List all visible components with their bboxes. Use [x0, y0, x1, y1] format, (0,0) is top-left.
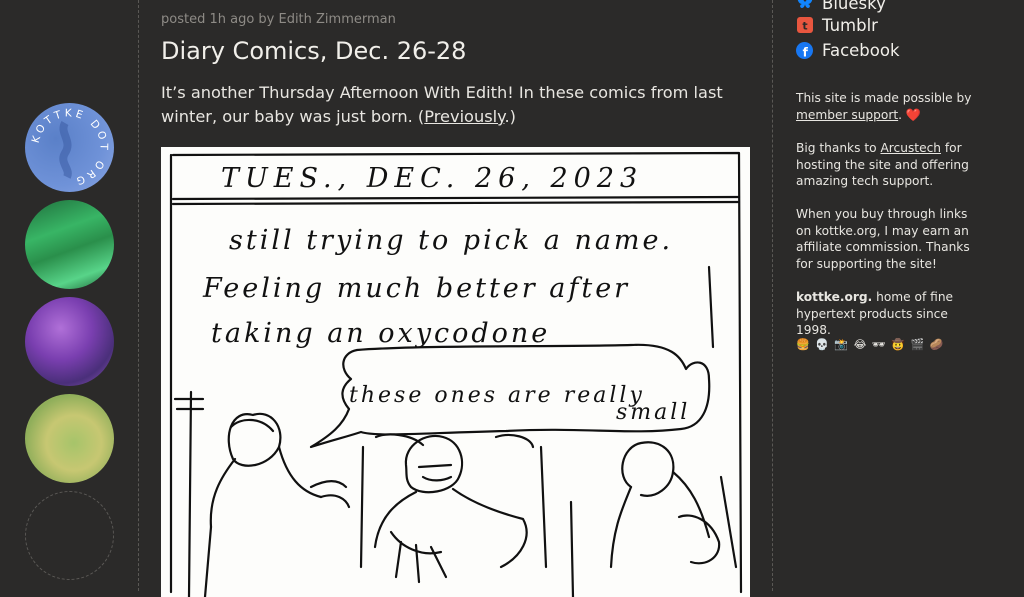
thanks-text: Big thanks to — [796, 141, 881, 155]
purple-texture-badge[interactable] — [25, 297, 114, 386]
kottke-logo-badge[interactable]: KOTTKE DOT ORG — [25, 103, 114, 192]
bluesky-icon — [796, 0, 813, 12]
post-meta: posted 1h ago by Edith Zimmerman — [161, 12, 396, 27]
social-link-facebook[interactable]: f Facebook — [796, 39, 900, 61]
tumblr-icon: t — [796, 17, 813, 34]
social-link-tumblr[interactable]: t Tumblr — [796, 14, 878, 36]
olive-texture-badge[interactable] — [25, 394, 114, 483]
post-title[interactable]: Diary Comics, Dec. 26-28 — [161, 37, 466, 65]
post-intro: It’s another Thursday Afternoon With Edi… — [161, 81, 751, 129]
comic-line-1: still trying to pick a name. — [229, 225, 673, 256]
support-note: This site is made possible by member sup… — [796, 90, 981, 123]
comic-bubble-1: these ones are really — [349, 383, 645, 408]
empty-badge-slot — [25, 491, 114, 580]
right-divider — [772, 0, 773, 591]
social-label-tumblr: Tumblr — [822, 15, 878, 35]
comic-image: TUES., DEC. 26, 2023 still trying to pic… — [161, 147, 750, 597]
social-label-facebook: Facebook — [822, 40, 900, 60]
comic-bubble-2: small — [616, 400, 690, 425]
support-text: This site is made possible by — [796, 91, 972, 105]
affiliate-note: When you buy through links on kottke.org… — [796, 207, 970, 271]
facebook-icon: f — [796, 41, 813, 59]
left-divider — [138, 0, 139, 591]
comic-line-3: taking an oxycodone — [211, 318, 550, 349]
comic-date: TUES., DEC. 26, 2023 — [221, 163, 643, 194]
intro-end: .) — [504, 107, 516, 126]
arcustech-link[interactable]: Arcustech — [880, 141, 941, 155]
emoji-row[interactable]: 🍔 💀 📸 😂 🕶 🤠 🎬 🥔 — [796, 338, 944, 351]
svg-text:t: t — [802, 20, 807, 33]
social-link-bluesky[interactable]: Bluesky — [796, 0, 886, 14]
social-label-bluesky: Bluesky — [822, 0, 886, 13]
comic-line-2: Feeling much better after — [202, 273, 630, 304]
member-support-link[interactable]: member support — [796, 108, 898, 122]
tagline-site-name: kottke.org. — [796, 290, 873, 304]
site-tagline: kottke.org. home of fine hypertext produ… — [796, 289, 981, 339]
hosting-thanks: Big thanks to Arcustech for hosting the … — [796, 140, 981, 190]
previously-link[interactable]: Previously — [424, 107, 504, 126]
svg-text:f: f — [803, 45, 809, 59]
left-rail: KOTTKE DOT ORG — [0, 0, 138, 591]
support-heart: . ❤️ — [898, 107, 922, 122]
green-texture-badge[interactable] — [25, 200, 114, 289]
